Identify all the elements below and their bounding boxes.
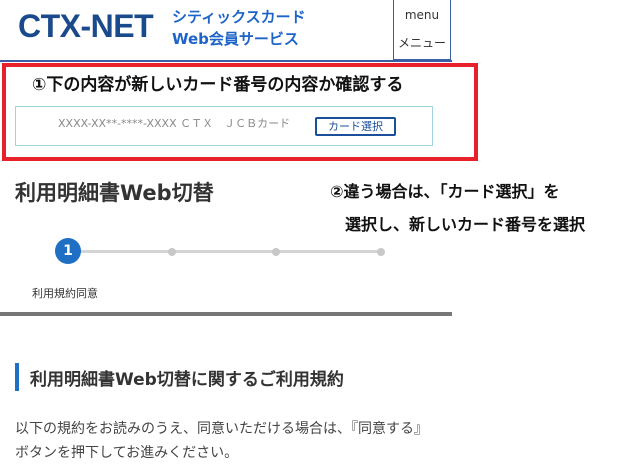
- annotation-note-1: ①下の内容が新しいカード番号の内容か確認する: [32, 75, 404, 95]
- site-header: CTX-NET シティックスカード Web会員サービス menu メニュー: [0, 0, 452, 60]
- card-info: XXXX-XX**-****-XXXX ＣＴＸ ＪＣＢカード: [58, 117, 291, 130]
- step-3-dot: [272, 248, 280, 256]
- step-1-active: 1: [55, 238, 81, 264]
- header-divider: [0, 60, 452, 62]
- card-select-button[interactable]: カード選択: [315, 117, 396, 136]
- section-title: 利用明細書Web切替に関するご利用規約: [30, 370, 344, 390]
- section-accent-bar: [15, 363, 19, 391]
- annotation-note-2-line1: ②違う場合は、「カード選択」を: [330, 182, 560, 201]
- step-4-dot: [377, 248, 385, 256]
- service-name: シティックスカード Web会員サービス: [172, 6, 306, 50]
- ctx-net-logo[interactable]: CTX-NET: [18, 8, 154, 45]
- step-2-dot: [168, 248, 176, 256]
- terms-intro-text: 以下の規約をお読みのうえ、同意いただける場合は、『同意する』ボタンを押下してお進…: [15, 421, 428, 461]
- menu-label-ja: メニュー: [397, 36, 446, 50]
- content-divider: [0, 312, 452, 316]
- menu-label-en: menu: [404, 8, 440, 22]
- page-title: 利用明細書Web切替: [15, 181, 214, 205]
- menu-button[interactable]: menu メニュー: [393, 0, 451, 60]
- annotation-note-2-line2: 選択し、新しいカード番号を選択: [345, 215, 586, 234]
- service-name-line2: Web会員サービス: [172, 30, 299, 48]
- step-1-label: 利用規約同意: [32, 287, 98, 300]
- service-name-line1: シティックスカード: [172, 8, 306, 26]
- stepper-track: [67, 250, 383, 253]
